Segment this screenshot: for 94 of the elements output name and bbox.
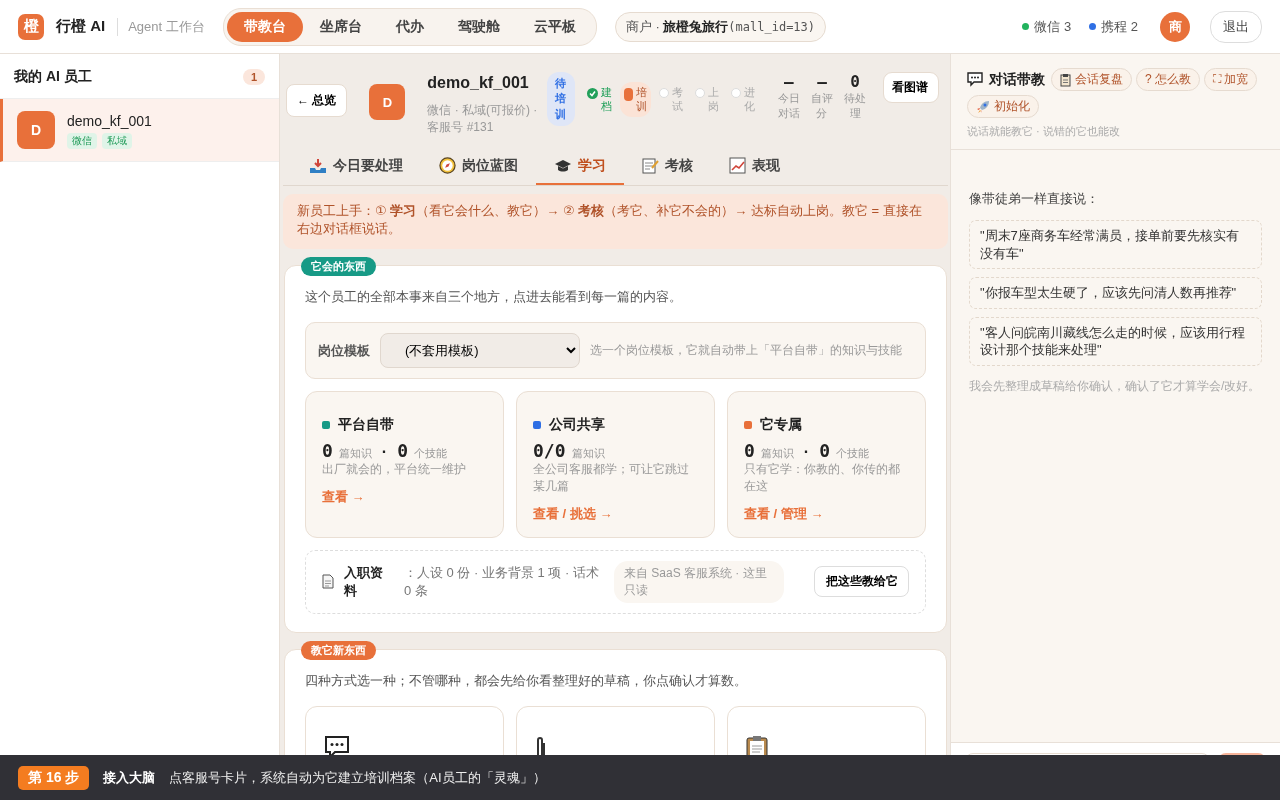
step-text: 点客服号卡片，系统自动为它建立培训档案（AI员工的「灵魂」） <box>169 768 546 787</box>
compass-icon <box>439 157 456 175</box>
step-title: 接入大脑 <box>103 768 156 787</box>
count-value: 0 <box>397 440 408 462</box>
separator-dot: · <box>381 443 388 462</box>
merchant-chip: 商户 · 旅橙兔旅行(mall_id=13) <box>614 11 827 42</box>
count-value: 0/0 <box>533 440 566 462</box>
stat-label: 今日对话 <box>777 91 801 121</box>
logo: 橙 <box>18 13 44 40</box>
nav-tab[interactable]: 代办 <box>378 11 441 42</box>
avatar: D <box>17 111 55 149</box>
onboarding-detail: ：人设 0 份 · 业务背景 1 项 · 话术 0 条 <box>404 563 600 600</box>
document-icon <box>322 574 334 590</box>
count-value: 0 <box>819 440 830 462</box>
footnote: 我会先整理成草稿给你确认，确认了它才算学会/改好。 <box>969 377 1262 395</box>
action-button[interactable]: 初始化 <box>967 95 1039 118</box>
example-phrase[interactable]: "你报车型太生硬了，应该先问清人数再推荐" <box>969 277 1262 309</box>
section-intro: 这个员工的全部本事来自三个地方，点进去能看到每一篇的内容。 <box>305 288 683 307</box>
chat-icon <box>967 72 983 87</box>
source-description: 只有它学：你教的、你传的都在这 <box>744 461 901 495</box>
step-badge: 第 16 步 <box>18 765 90 790</box>
memo-icon <box>642 157 659 175</box>
tab[interactable]: 表现 <box>711 147 798 185</box>
panel-subtitle: 说话就能教它 · 说错的它也能改 <box>967 124 1121 139</box>
source-title: 公司共享 <box>549 416 605 435</box>
action-button[interactable]: 会话复盘 <box>1051 68 1132 91</box>
count-unit: 个技能 <box>414 446 447 462</box>
check-icon <box>587 88 599 99</box>
count-value: 0 <box>744 440 755 462</box>
stage-step: 培训 <box>620 82 652 117</box>
sidebar-title: 我的 AI 员工 <box>14 68 92 86</box>
source-description: 出厂就会的，平台统一维护 <box>322 461 467 479</box>
stage-step: 建档 <box>583 82 617 117</box>
channel-count: 携程 2 <box>1101 17 1138 36</box>
stat-value: 0 <box>850 72 860 91</box>
channel-count: 微信 3 <box>1034 17 1072 36</box>
separator-dot: · <box>803 443 810 462</box>
readonly-note: 来自 SaaS 客服系统 · 这里只读 <box>614 560 784 603</box>
tab[interactable]: 学习 <box>536 147 624 185</box>
graduation-cap-icon <box>554 158 572 173</box>
rocket-icon <box>976 99 990 114</box>
notice-banner: 新员工上手：① 学习（看它会什么、教它）→ ② 考核（考它、补它不会的）→ 达标自动上岗。教它 = 直接在右边对话框说话。 <box>283 193 948 250</box>
tag: 私域 <box>102 133 132 149</box>
action-button[interactable]: ? 怎么教 <box>1136 68 1200 91</box>
source-title: 它专属 <box>760 416 802 435</box>
graph-button[interactable]: 看图谱 <box>882 72 939 103</box>
template-select[interactable]: (不套用模板) <box>380 333 580 369</box>
onboarding-title: 入职资料 <box>344 563 384 600</box>
status-badge: 待培训 <box>547 72 576 127</box>
source-title: 平台自带 <box>338 416 394 435</box>
source-description: 全公司客服都学；可让它跳过某几篇 <box>533 461 690 495</box>
template-hint: 选一个岗位模板，它就自动带上「平台自带」的知识与技能 <box>590 342 902 360</box>
agent-details: 微信 · 私域(可报价) · 客服号 #131 <box>427 102 539 136</box>
nav-tab[interactable]: 驾驶舱 <box>440 11 517 42</box>
section-badge: 它会的东西 <box>301 257 376 277</box>
stage-step: 考试 <box>655 82 688 117</box>
tab[interactable]: 岗位蓝图 <box>421 147 536 185</box>
inbox-tray-icon <box>309 157 327 174</box>
tab[interactable]: 考核 <box>624 147 711 185</box>
employee-item[interactable]: D demo_kf_001 微信 私域 <box>0 99 279 162</box>
section-intro: 四种方式选一种；不管哪种，都会先给你看整理好的草稿，你点确认才算数。 <box>305 671 748 690</box>
count-unit: 个技能 <box>836 446 869 462</box>
avatar: D <box>369 84 406 120</box>
back-button[interactable]: ← 总览 <box>286 84 348 117</box>
nav-tab[interactable]: 坐席台 <box>302 11 379 42</box>
count-unit: 篇知识 <box>571 446 605 462</box>
stat-value: – <box>784 72 794 91</box>
template-label: 岗位模板 <box>318 341 370 360</box>
count-unit: 篇知识 <box>338 446 372 462</box>
clipboard-icon <box>1060 72 1071 87</box>
section-badge: 教它新东西 <box>301 640 376 660</box>
app-subtitle: Agent 工作台 <box>117 17 205 36</box>
tab[interactable]: 今日要处理 <box>291 147 421 185</box>
teach-button[interactable]: 把这些教给它 <box>814 566 909 598</box>
stat-label: 自评分 <box>810 91 834 121</box>
logout-button[interactable]: 退出 <box>1210 10 1262 43</box>
count-unit: 篇知识 <box>760 446 794 462</box>
stage-step: 进化 <box>727 82 760 117</box>
panel-title: 对话带教 <box>989 70 1045 89</box>
prompt-text: 像带徒弟一样直接说： <box>969 190 1100 208</box>
example-phrase[interactable]: "周末7座商务车经常满员，接单前要先核实有没有车" <box>969 220 1262 270</box>
example-phrase[interactable]: "客人问皖南川藏线怎么走的时候，应该用行程设计那个技能来处理" <box>969 316 1262 366</box>
tag: 微信 <box>67 133 97 149</box>
count-value: 0 <box>322 440 333 462</box>
nav-tab[interactable]: 云平板 <box>516 11 593 42</box>
count-badge: 1 <box>242 69 265 85</box>
stat-label: 待处理 <box>843 91 867 121</box>
stat-value: – <box>817 72 827 91</box>
chart-icon <box>729 157 746 175</box>
action-button[interactable]: ⛶ 加宽 <box>1204 68 1258 91</box>
stage-step: 上岗 <box>691 82 724 117</box>
employee-name: demo_kf_001 <box>67 113 152 129</box>
agent-name: demo_kf_001 <box>427 74 530 92</box>
app-name: 行橙 AI <box>56 17 106 36</box>
